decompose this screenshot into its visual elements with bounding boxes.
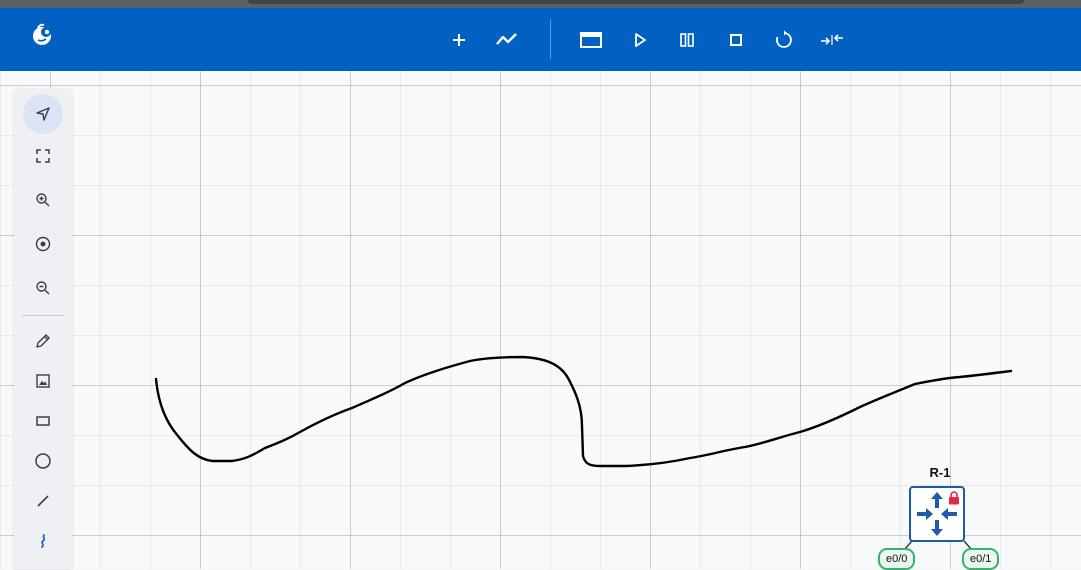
target-icon	[35, 236, 51, 252]
center-tool[interactable]	[23, 226, 63, 262]
fit-to-screen-tool[interactable]	[23, 138, 63, 174]
top-toolbar	[0, 8, 1081, 71]
zoom-in-tool[interactable]	[23, 182, 63, 218]
lock-icon	[948, 491, 960, 505]
reload-button[interactable]	[770, 26, 798, 54]
add-node-button[interactable]	[445, 26, 473, 54]
tool-divider	[22, 315, 64, 316]
pointer-arrow-icon	[36, 107, 50, 121]
add-link-button[interactable]	[493, 26, 521, 54]
pencil-icon	[36, 334, 50, 348]
window-icon	[580, 32, 602, 48]
router-icon[interactable]	[909, 486, 965, 542]
freehand-tool[interactable]	[23, 523, 63, 559]
stop-icon	[730, 34, 742, 46]
stop-button[interactable]	[722, 26, 750, 54]
port-e0-1[interactable]: e0/1	[962, 548, 1000, 570]
ellipse-tool[interactable]	[23, 443, 63, 479]
image-tool[interactable]	[23, 363, 63, 399]
select-tool[interactable]	[23, 94, 63, 134]
browser-tab[interactable]	[248, 0, 1024, 4]
line-icon	[37, 495, 49, 507]
zoom-out-icon	[36, 281, 50, 295]
router-node[interactable]: R-1 e0/0 e0/1	[876, 462, 1000, 570]
compress-arrows-icon	[821, 34, 843, 45]
console-button[interactable]	[577, 26, 605, 54]
zoom-in-icon	[36, 193, 50, 207]
reload-icon	[776, 30, 792, 48]
app-logo-icon[interactable]	[30, 22, 56, 48]
start-button[interactable]	[626, 26, 654, 54]
tool-panel	[14, 88, 72, 569]
toolbar-divider	[550, 19, 551, 59]
circle-icon	[35, 453, 51, 469]
suspend-button[interactable]	[673, 26, 701, 54]
line-tool[interactable]	[23, 483, 63, 519]
browser-chrome-strip	[0, 0, 1081, 8]
collapse-button[interactable]	[818, 26, 846, 54]
pause-icon	[680, 33, 694, 47]
rectangle-icon	[36, 416, 50, 426]
plus-icon	[453, 34, 465, 46]
freehand-curve-icon	[41, 534, 46, 548]
rectangle-tool[interactable]	[23, 403, 63, 439]
expand-corners-icon	[36, 149, 50, 163]
line-chart-icon	[496, 33, 517, 45]
play-icon	[635, 33, 646, 47]
pencil-tool[interactable]	[23, 323, 63, 359]
image-icon	[36, 374, 50, 388]
zoom-out-tool[interactable]	[23, 270, 63, 306]
port-e0-0[interactable]: e0/0	[878, 548, 916, 570]
